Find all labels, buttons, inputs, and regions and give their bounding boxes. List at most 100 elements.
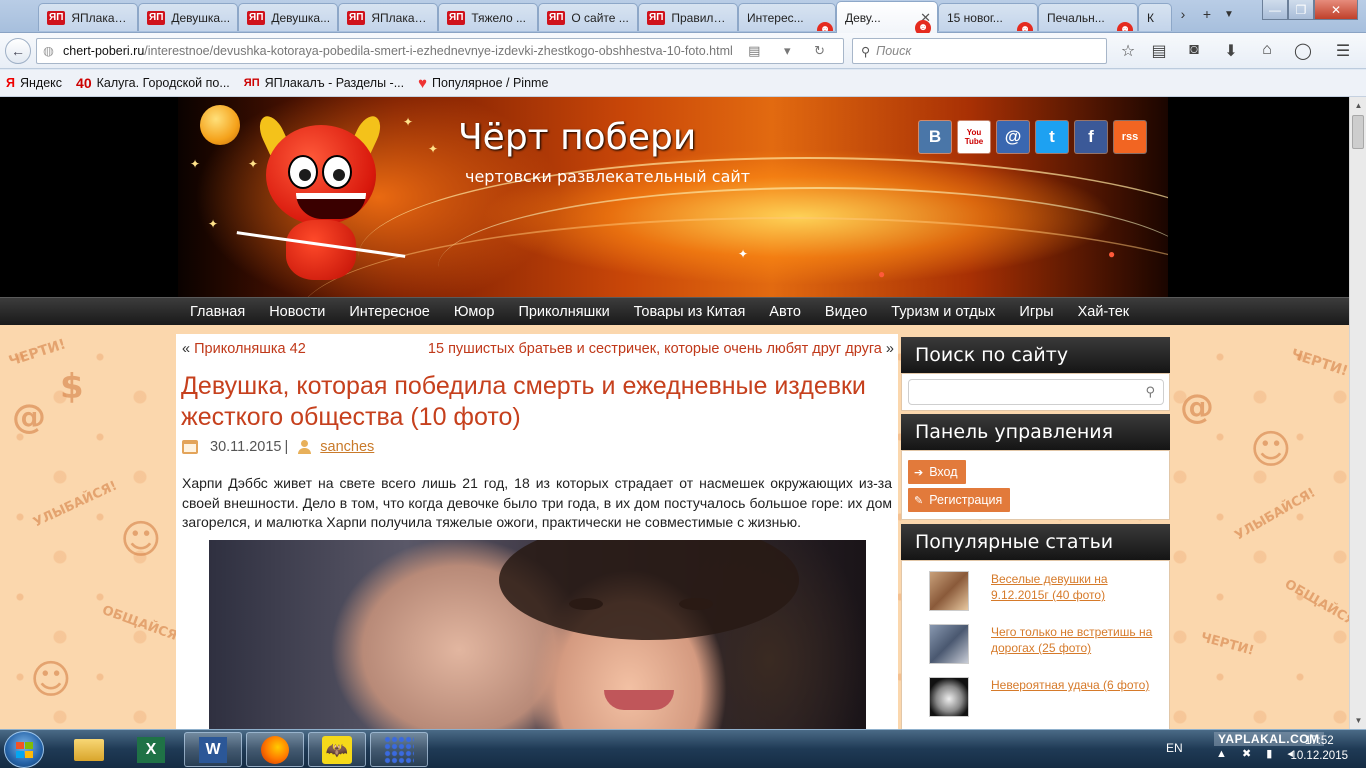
login-icon: ➔ — [914, 466, 924, 479]
menu-item-fun[interactable]: Приколняшки — [506, 304, 621, 320]
new-tab-icon[interactable]: + — [1196, 6, 1218, 22]
browser-tab[interactable]: ЯП Тяжело ... — [438, 3, 538, 31]
clock-time: 17:52 — [1304, 735, 1334, 747]
menu-item-interesting[interactable]: Интересное — [337, 304, 442, 320]
menu-item-news[interactable]: Новости — [257, 304, 337, 320]
article-date: 30.11.2015 — [210, 439, 282, 455]
tab-title: Интерес... — [747, 10, 804, 25]
popular-link[interactable]: Чего только не встретишь на дорогах (25 … — [991, 624, 1161, 664]
rss-icon[interactable]: rss — [1114, 121, 1146, 153]
twitter-icon[interactable]: t — [1036, 121, 1068, 153]
language-indicator[interactable]: EN — [1166, 741, 1183, 755]
login-button[interactable]: ➔ Вход — [908, 460, 966, 484]
register-button[interactable]: ✎ Регистрация — [908, 488, 1011, 512]
browser-tab-active[interactable]: ☻ Деву... ✕ — [836, 1, 938, 33]
moon-icon — [200, 105, 240, 145]
bookmark-star-icon[interactable]: ☆ — [1116, 41, 1140, 63]
mail-icon[interactable]: @ — [997, 121, 1029, 153]
star-icon: ✦ — [428, 142, 439, 156]
bookmarks-list-icon[interactable]: ▤ — [1147, 41, 1171, 63]
browser-tab[interactable]: ☻К — [1138, 3, 1172, 31]
menu-item-games[interactable]: Игры — [1007, 304, 1065, 320]
browser-tab[interactable]: ЯП ЯПлакал... — [38, 3, 138, 31]
excel-icon[interactable]: X — [122, 732, 180, 767]
site-search-input[interactable]: ⚲ — [908, 379, 1164, 405]
menu-item-tourism[interactable]: Туризм и отдых — [879, 304, 1007, 320]
heart-icon: ♥ — [418, 74, 428, 92]
scrollbar-thumb[interactable] — [1352, 115, 1364, 149]
clock[interactable]: 17:52 10.12.2015 — [1290, 734, 1348, 764]
scroll-up-icon[interactable]: ▲ — [1350, 97, 1366, 114]
popular-item[interactable]: Чего только не встретишь на дорогах (25 … — [929, 624, 1161, 664]
site-header: ✦ ✦ ✦ ✦ ✦ ✦ ● ● Чёрт побери чертовски ра… — [0, 97, 1349, 297]
bookmark-kaluga[interactable]: 40 Калуга. Городской по... — [76, 75, 230, 91]
page-scrollbar[interactable]: ▲ ▼ — [1349, 97, 1366, 729]
prev-post-link[interactable]: Приколняшка 42 — [194, 341, 306, 357]
menu-item-china-goods[interactable]: Товары из Китая — [622, 304, 758, 320]
bookmarks-bar: Я Яндекс 40 Калуга. Городской по... ЯП ЯПла… — [0, 70, 1366, 97]
menu-item-hitech[interactable]: Хай-тек — [1066, 304, 1142, 320]
bookmark-label: Калуга. Городской по... — [96, 76, 230, 90]
popular-item[interactable]: Невероятная удача (6 фото) — [929, 677, 1161, 717]
popular-item[interactable]: Веселые девушки на 9.12.2015г (40 фото) — [929, 571, 1161, 611]
site-title[interactable]: Чёрт побери — [458, 117, 696, 158]
meta-separator: | — [284, 439, 289, 455]
popular-link[interactable]: Невероятная удача (6 фото) — [991, 677, 1161, 717]
search-input[interactable]: ⚲ Поиск — [852, 38, 1107, 64]
chat-icon[interactable]: ◯ — [1291, 41, 1315, 63]
tray-icons[interactable]: ▲ ✖ ▮ ◂ — [1216, 747, 1299, 760]
close-window-icon[interactable]: ✕ — [1314, 0, 1358, 20]
home-icon[interactable]: ⌂ — [1255, 41, 1279, 63]
next-post-link[interactable]: 15 пушистых братьев и сестричек, которые… — [428, 341, 882, 357]
reader-dropdown-reload-icons[interactable]: ▤ ▾ ↻ — [748, 43, 835, 59]
firefox-icon[interactable] — [246, 732, 304, 767]
site-info-icon[interactable]: ◍ — [43, 43, 54, 58]
menu-icon[interactable]: ☰ — [1331, 41, 1355, 63]
dollar-doodle-icon: $ — [60, 367, 84, 407]
back-icon[interactable]: ← — [5, 38, 31, 64]
browser-tab[interactable]: ЯП Правила ... — [638, 3, 738, 31]
bookmark-yaplakal[interactable]: ЯП ЯПлакалъ - Разделы -... — [244, 76, 404, 90]
browser-tab[interactable]: ЯП О сайте ... — [538, 3, 638, 31]
browser-tab[interactable]: ☻ 15 новог... — [938, 3, 1038, 31]
url-bar[interactable]: ◍ chert-poberi.ru/interestnoe/devushka-k… — [36, 38, 844, 64]
word-icon[interactable]: W — [184, 732, 242, 767]
list-all-tabs-icon[interactable]: ▼ — [1218, 9, 1240, 20]
facebook-icon[interactable]: f — [1075, 121, 1107, 153]
vk-icon[interactable]: В — [919, 121, 951, 153]
menu-item-video[interactable]: Видео — [813, 304, 879, 320]
register-icon: ✎ — [914, 494, 924, 507]
menu-item-auto[interactable]: Авто — [757, 304, 813, 320]
popular-link[interactable]: Веселые девушки на 9.12.2015г (40 фото) — [991, 571, 1161, 611]
bookmark-pinme[interactable]: ♥ Популярное / Pinme — [418, 75, 548, 92]
yaplakal-favicon-icon: ЯП — [647, 10, 666, 25]
popular-thumbnail[interactable] — [929, 624, 969, 664]
browser-tab[interactable]: ЯП Девушка... — [238, 3, 338, 31]
browser-tab[interactable]: ☻ Интерес... — [738, 3, 836, 31]
restore-icon[interactable]: ❐ — [1288, 0, 1314, 20]
batman-app-icon[interactable]: 🦇 — [308, 732, 366, 767]
bookmark-yandex[interactable]: Я Яндекс — [6, 76, 62, 90]
minimize-icon[interactable]: — — [1262, 0, 1288, 20]
browser-tab[interactable]: ☻ Печальн... — [1038, 3, 1138, 31]
scroll-down-icon[interactable]: ▼ — [1350, 712, 1366, 729]
search-icon[interactable]: ⚲ — [1145, 384, 1155, 400]
menu-item-humor[interactable]: Юмор — [442, 304, 507, 320]
download-icon[interactable]: ⬇ — [1219, 41, 1243, 63]
tab-title: Девушка... — [171, 10, 231, 25]
browser-tab[interactable]: ЯП ЯПлакал... — [338, 3, 438, 31]
scroll-tabs-right-icon[interactable]: › — [1172, 6, 1194, 22]
clock-date: 10.12.2015 — [1290, 750, 1348, 762]
youtube-icon[interactable]: You Tube — [958, 121, 990, 153]
author-link[interactable]: sanches — [320, 439, 374, 455]
photo-lips — [604, 690, 674, 710]
grid-app-icon[interactable] — [370, 732, 428, 767]
menu-item-home[interactable]: Главная — [178, 304, 257, 320]
explorer-icon[interactable] — [60, 732, 118, 767]
popular-thumbnail[interactable] — [929, 571, 969, 611]
tab-title: Тяжело ... — [471, 10, 526, 25]
pocket-icon[interactable]: ◙ — [1182, 41, 1206, 63]
popular-thumbnail[interactable] — [929, 677, 969, 717]
start-button[interactable] — [4, 731, 44, 768]
browser-tab[interactable]: ЯП Девушка... — [138, 3, 238, 31]
